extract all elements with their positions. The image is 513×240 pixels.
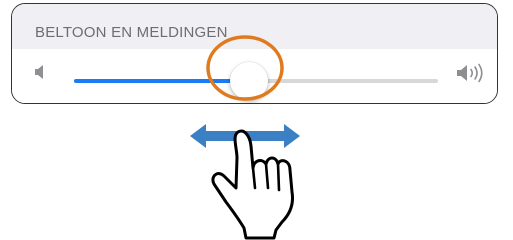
volume-slider-fill	[74, 79, 249, 83]
screen: BELTOON EN MELDINGEN	[0, 0, 513, 240]
settings-panel: BELTOON EN MELDINGEN	[11, 3, 498, 104]
pointing-hand-icon	[211, 129, 294, 240]
speaker-high-icon	[456, 63, 488, 88]
section-title: BELTOON EN MELDINGEN	[35, 24, 228, 41]
volume-slider-thumb[interactable]	[229, 62, 268, 100]
double-arrow-horizontal-icon	[190, 124, 300, 148]
volume-row	[12, 49, 497, 103]
section-header: BELTOON EN MELDINGEN	[12, 4, 497, 49]
swipe-gesture	[190, 124, 300, 240]
speaker-low-icon	[34, 64, 48, 85]
